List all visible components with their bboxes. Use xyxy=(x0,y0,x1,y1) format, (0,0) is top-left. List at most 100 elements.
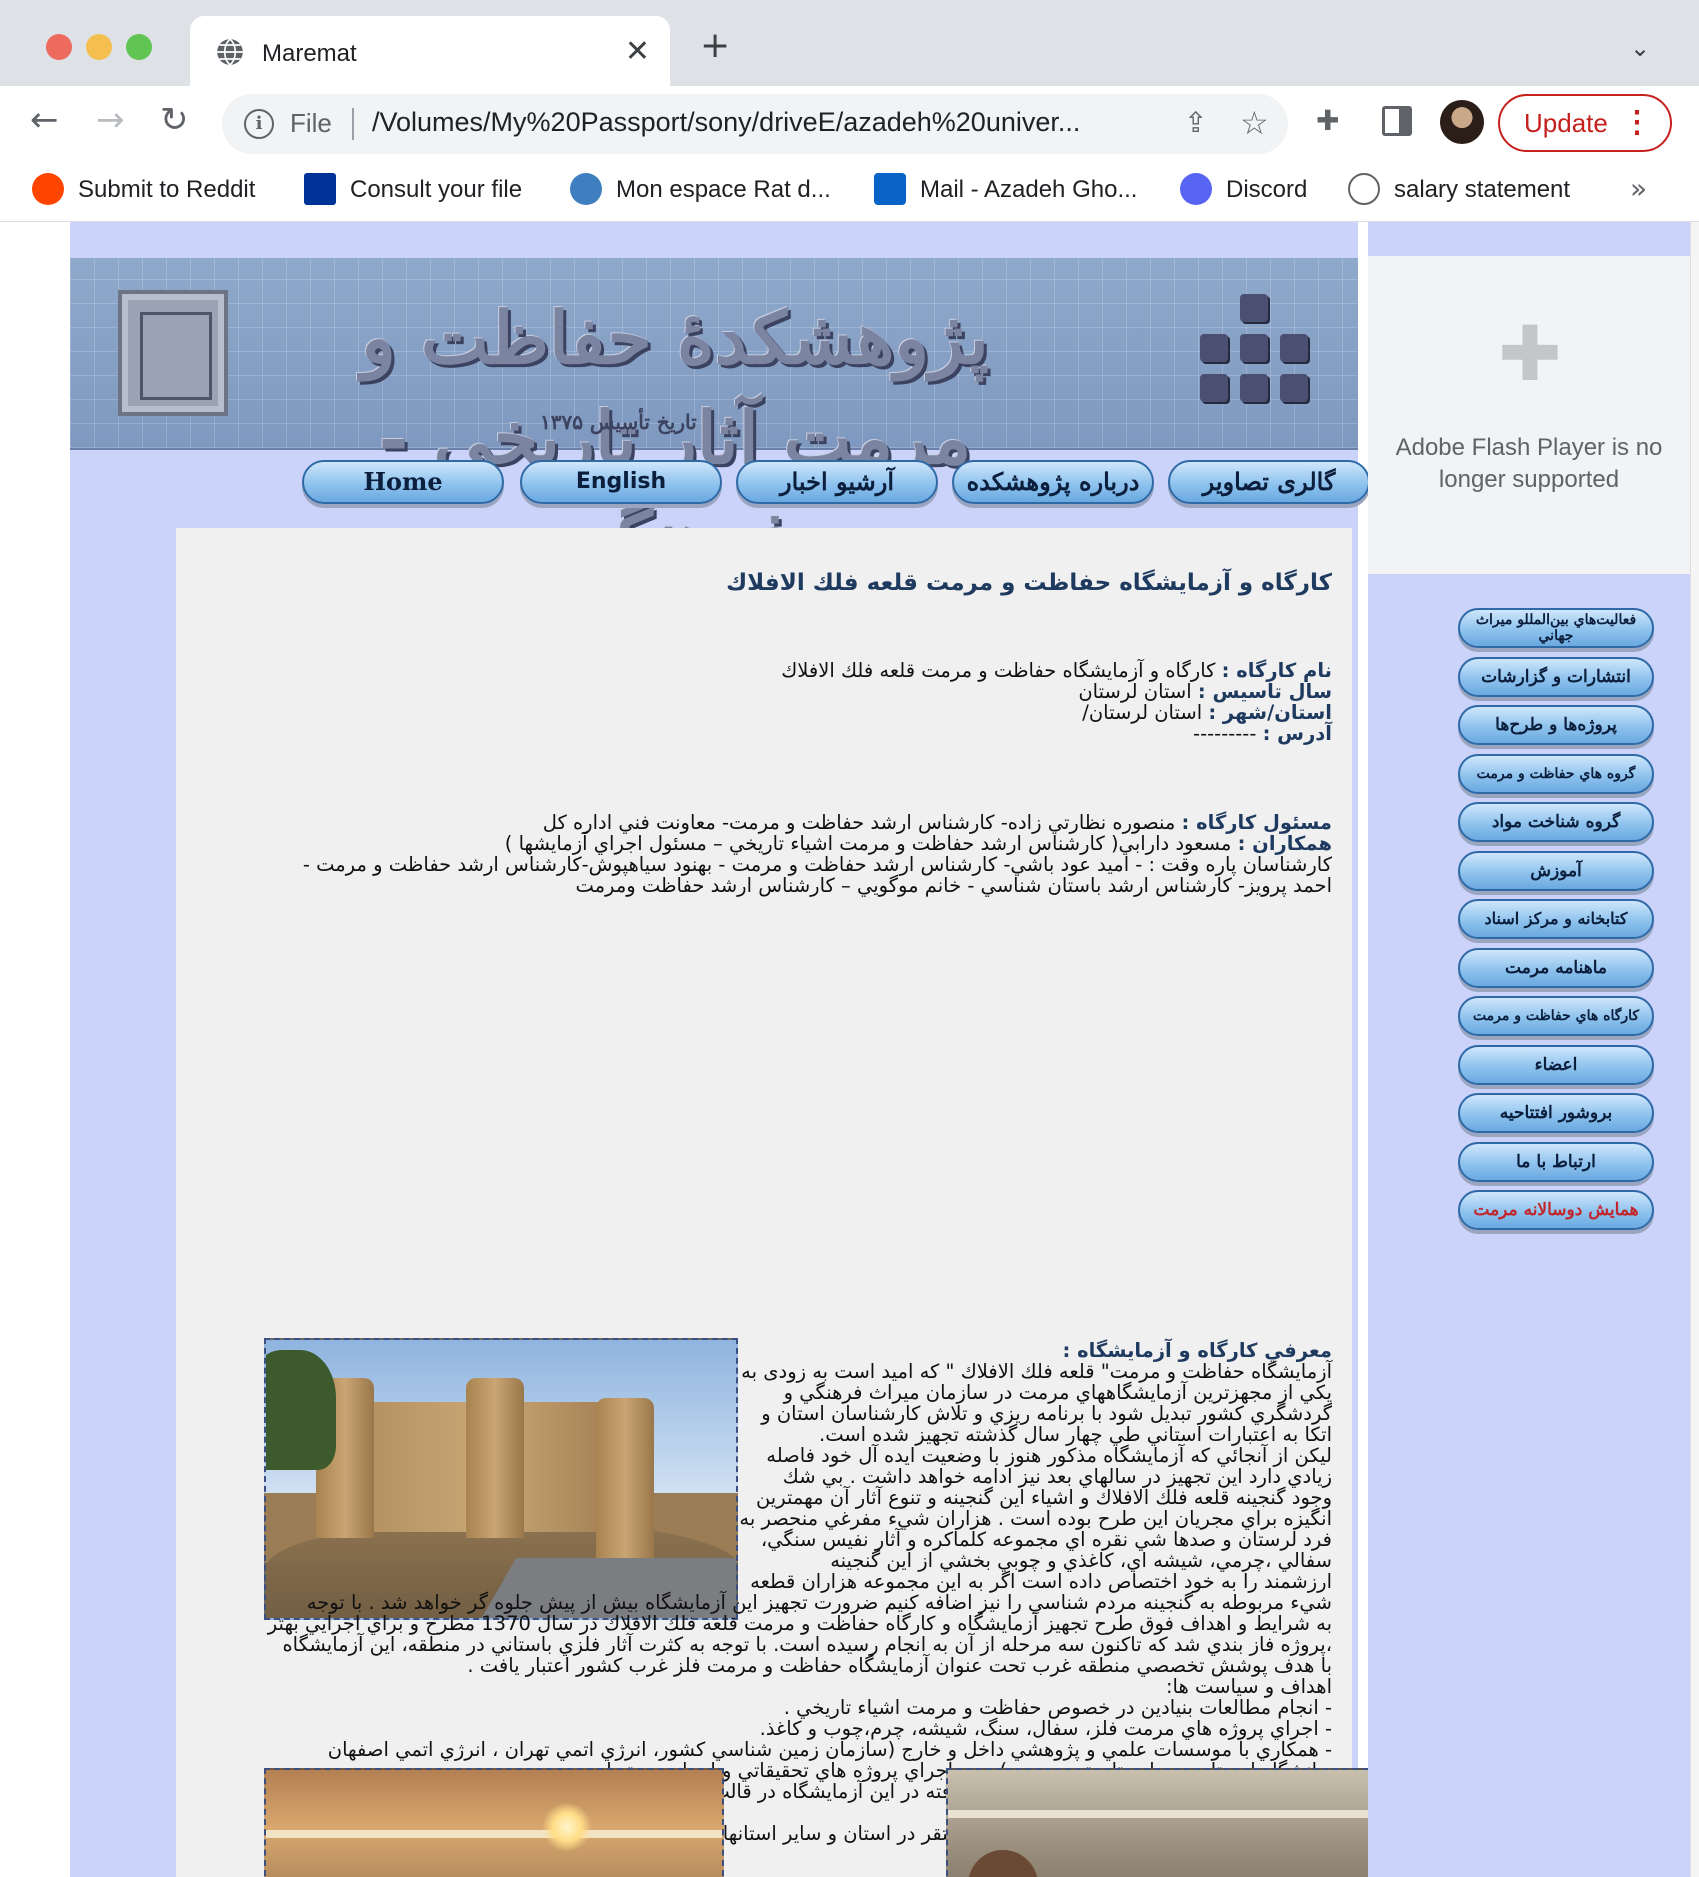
close-window-button[interactable] xyxy=(46,34,72,60)
info-value: استان لرستان xyxy=(1078,680,1198,703)
share-icon[interactable]: ⇪ xyxy=(1184,106,1207,139)
staff-value: كارشناسان پاره وقت : - اميد عود باشي- كا… xyxy=(302,853,1332,876)
intro-line: ليكن از آنجائي كه آزمايشگاه مذكور هنوز ب… xyxy=(766,1444,1332,1467)
intro-line: فرد لرستان و صدها شي نقره اي مجموعه كلما… xyxy=(760,1528,1332,1551)
nav-about-button[interactable]: درباره پژوهشکده xyxy=(952,460,1154,504)
bookmark-reddit[interactable]: Submit to Reddit xyxy=(32,172,255,208)
tab-bar: Maremat ✕ + ⌄ xyxy=(0,0,1699,86)
profile-avatar[interactable] xyxy=(1440,100,1484,144)
staff-value: احمد پرويز- كارشناس ارشد باستان شناسي - … xyxy=(575,874,1332,897)
sidenav-monthly-button[interactable]: ماهنامه مرمت xyxy=(1458,947,1654,988)
update-button[interactable]: Update ⋮ xyxy=(1498,94,1672,152)
castle-photo xyxy=(264,1338,738,1620)
bookmark-label: Submit to Reddit xyxy=(78,176,256,203)
fleur-de-lis-icon xyxy=(304,172,336,205)
kebab-menu-icon: ⋮ xyxy=(1622,106,1652,139)
omnibox-divider xyxy=(352,108,354,140)
intro-line: سفالي ،چرمي، شيشه اي، كاغذي و چوبي بخشي … xyxy=(830,1549,1332,1572)
more-bookmarks-chevron-icon[interactable]: » xyxy=(1630,172,1647,205)
back-arrow-icon[interactable]: ← xyxy=(30,100,59,140)
sidenav-materials-button[interactable]: گروه شناخت مواد xyxy=(1458,802,1654,842)
staff-value: منصوره نظارتي زاده- كارشناس ارشد حفاظت و… xyxy=(542,811,1182,834)
article-content: كارگاه و آزمايشگاه حفاظت و مرمت قلعه فلك… xyxy=(176,528,1408,1877)
sidenav-contact-button[interactable]: ارتباط با ما xyxy=(1458,1141,1654,1182)
info-label: استان/شهر : xyxy=(1208,701,1332,724)
toolbar: ← → ↻ i File /Volumes/My%20Passport/sony… xyxy=(0,86,1699,160)
nav-gallery-button[interactable]: گالری تصاویر xyxy=(1168,460,1370,504)
body-line: ،پروژه فاز بندي شد كه تاكنون سه مرحله از… xyxy=(282,1633,1332,1656)
body-line: با هدف پوشش تخصصي منطقه غرب تحت عنوان آز… xyxy=(467,1654,1332,1677)
tab-search-chevron-icon[interactable]: ⌄ xyxy=(1630,34,1650,62)
body-line: - همكاري با موسسات علمي و پژوهشي داخل و … xyxy=(327,1738,1332,1761)
sidenav-members-button[interactable]: اعضاء xyxy=(1458,1044,1654,1085)
bookmark-mail[interactable]: Mail - Azadeh Gho... xyxy=(874,172,1137,208)
intro-paragraph: معرفي كارگاه و آزمايشگاه : آزمايشگاه حفا… xyxy=(692,1340,1332,1592)
maximize-window-button[interactable] xyxy=(126,34,152,60)
nav-english-button[interactable]: English xyxy=(520,460,722,504)
flash-message: Adobe Flash Player is no longer supporte… xyxy=(1395,434,1663,493)
minimize-window-button[interactable] xyxy=(86,34,112,60)
sidenav-projects-button[interactable]: پروژه‌ها و طرح‌ها xyxy=(1458,705,1654,745)
side-navigation: فعاليت‌هاي بين‌المللو ميراث جهاني انتشار… xyxy=(1458,608,1658,1239)
shelf-shape xyxy=(948,1810,1406,1818)
puzzle-piece-icon: ✚ xyxy=(1498,309,1562,398)
body-line: - اجراي پروژه هاي مرمت فلز، سفال، سنگ، ش… xyxy=(759,1717,1332,1740)
sidenav-brochure-button[interactable]: بروشور افتتاحيه xyxy=(1458,1093,1654,1133)
info-icon[interactable]: i xyxy=(244,109,274,139)
staff-value: مسعود دارابي( كارشناس ارشد حفاظت و مرمت … xyxy=(504,832,1238,855)
side-panel-icon[interactable] xyxy=(1382,106,1412,136)
forward-arrow-icon[interactable]: → xyxy=(96,100,125,140)
sidenav-conference-button[interactable]: همايش دوسالانه مرمت xyxy=(1458,1190,1654,1230)
intro-line: ارزشمند را به خود اختصاص داده است اگر به… xyxy=(750,1570,1332,1593)
address-bar[interactable]: i File /Volumes/My%20Passport/sony/drive… xyxy=(222,94,1288,154)
sidenav-publications-button[interactable]: انتشارات و گزارشات xyxy=(1458,656,1654,697)
sidenav-education-button[interactable]: آموزش xyxy=(1458,850,1654,891)
sidenav-library-button[interactable]: كتابخانه و مركز اسناد xyxy=(1458,899,1654,939)
sidenav-international-button[interactable]: فعاليت‌هاي بين‌المللو ميراث جهاني xyxy=(1458,608,1654,648)
bookmark-star-icon[interactable]: ☆ xyxy=(1240,104,1269,142)
page-viewport: پژوهشكدهٔ حفاظت و مرمت آثار تاريخی - فره… xyxy=(0,222,1690,1877)
url-scheme-label: File xyxy=(290,108,332,138)
bookmark-mon-espace[interactable]: Mon espace Rat d... xyxy=(570,172,831,208)
body-line: اهداف و سياست ها: xyxy=(1165,1675,1332,1698)
staff-row: همكاران : مسعود دارابي( كارشناس ارشد حفا… xyxy=(192,833,1332,854)
outlook-icon xyxy=(874,172,906,205)
intro-line: گردشگري كشور تبديل شود با برنامه ريزي و … xyxy=(761,1402,1332,1425)
bookmark-label: Consult your file xyxy=(350,176,523,203)
tab-title: Maremat xyxy=(262,40,357,67)
bookmark-label: Discord xyxy=(1226,176,1308,203)
castle-tower-shape xyxy=(466,1378,524,1538)
info-value: كارگاه و آزمايشگاه حفاظت و مرمت قلعه فلك… xyxy=(781,659,1222,682)
reload-icon[interactable]: ↻ xyxy=(160,100,189,140)
globe-icon xyxy=(1348,172,1380,205)
site-banner: پژوهشكدهٔ حفاظت و مرمت آثار تاريخی - فره… xyxy=(70,258,1358,580)
close-tab-icon[interactable]: ✕ xyxy=(625,34,650,69)
tree-shape xyxy=(266,1350,336,1470)
seal-logo xyxy=(118,290,228,416)
info-row: استان/شهر : استان لرستان/ xyxy=(192,702,1332,723)
sidenav-conservation-groups-button[interactable]: گروه هاي حفاظت و مرمت xyxy=(1458,753,1654,794)
bookmark-discord[interactable]: Discord xyxy=(1180,172,1307,208)
staff-row: كارشناسان پاره وقت : - اميد عود باشي- كا… xyxy=(192,854,1332,875)
sidenav-workshops-button[interactable]: كارگاه هاي حفاظت و مرمت xyxy=(1458,996,1654,1036)
article-title: كارگاه و آزمايشگاه حفاظت و مرمت قلعه فلك… xyxy=(726,570,1332,596)
nav-home-button[interactable]: Home xyxy=(302,460,504,504)
lab-photo-2 xyxy=(946,1768,1408,1877)
lab-photo-1 xyxy=(264,1768,724,1877)
new-tab-button[interactable]: + xyxy=(700,28,730,64)
body-line: به شرايط و اهداف فوق طرح تجهيز آزمايشگاه… xyxy=(267,1612,1332,1635)
update-label: Update xyxy=(1524,108,1608,138)
info-value: استان لرستان/ xyxy=(1082,701,1209,724)
active-tab[interactable]: Maremat ✕ xyxy=(190,16,670,86)
bookmark-label: Mon espace Rat d... xyxy=(616,176,831,203)
extensions-puzzle-icon[interactable]: ✚ xyxy=(1316,104,1339,137)
bookmark-consult-file[interactable]: Consult your file xyxy=(304,172,522,208)
nav-news-archive-button[interactable]: آرشيو اخبار xyxy=(736,460,938,504)
p-badge-icon xyxy=(570,172,602,205)
bookmarks-bar: Submit to Reddit Consult your file Mon e… xyxy=(0,160,1699,222)
info-row: سال تاسيس : استان لرستان xyxy=(192,681,1332,702)
bookmark-salary[interactable]: salary statement xyxy=(1348,172,1570,208)
discord-icon xyxy=(1180,172,1212,205)
intro-heading: معرفي كارگاه و آزمايشگاه : xyxy=(692,1340,1333,1361)
url-text[interactable]: /Volumes/My%20Passport/sony/driveE/azade… xyxy=(372,107,1172,138)
